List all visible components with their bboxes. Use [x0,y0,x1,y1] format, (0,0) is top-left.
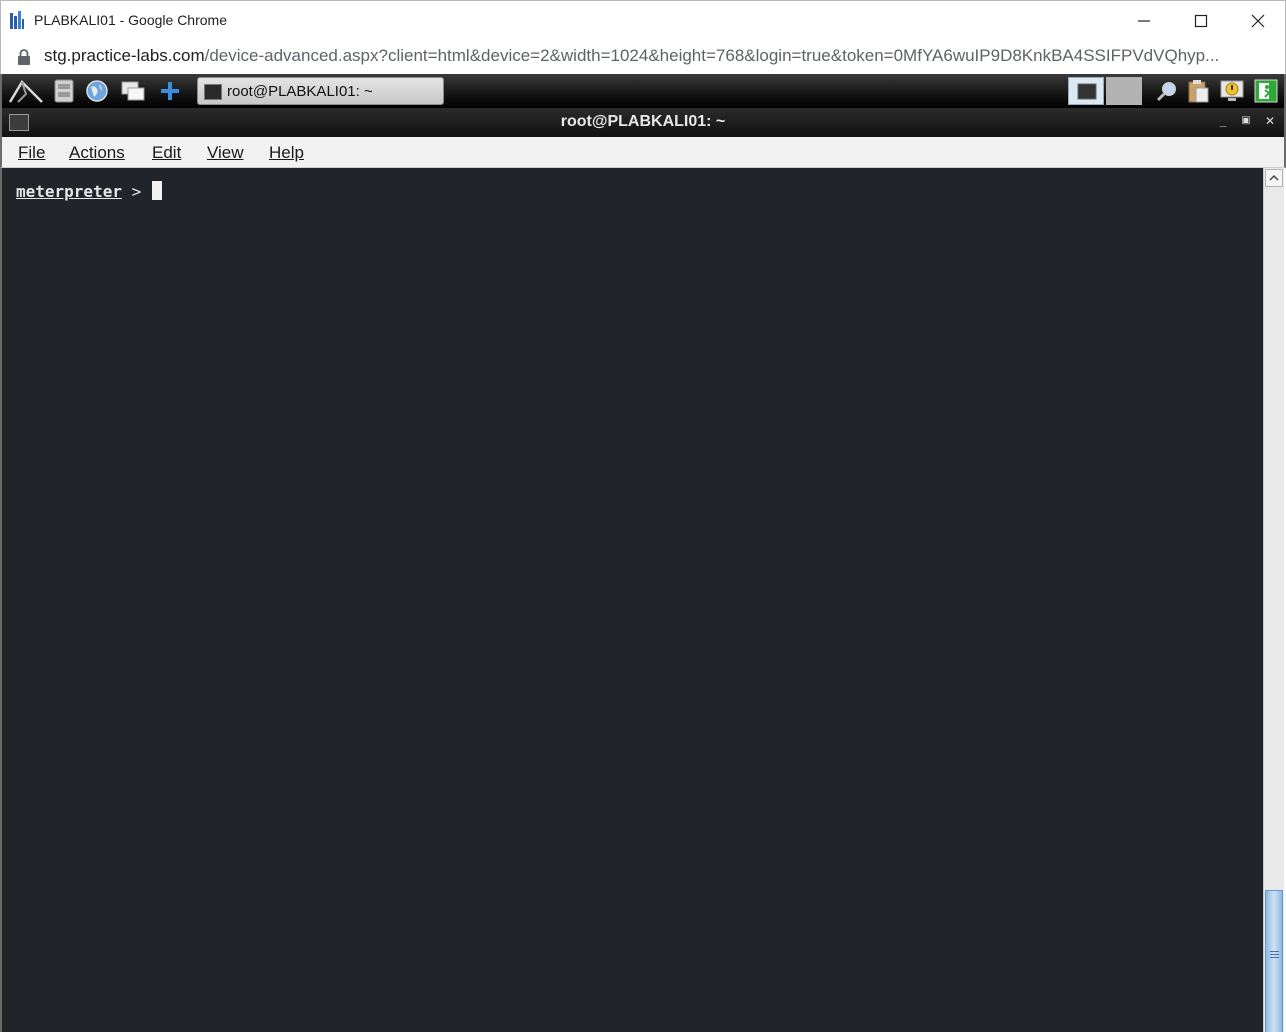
file-manager-launcher[interactable] [51,78,77,104]
menu-file[interactable]: File [18,143,45,163]
scroll-up-button[interactable] [1265,169,1283,187]
magnifier-icon [1156,82,1176,102]
taskbar-terminal-label: root@PLABKALI01: ~ [227,83,373,100]
show-desktop-button[interactable] [120,78,146,104]
menu-view[interactable]: View [207,143,244,163]
close-icon [1251,14,1264,28]
url-text[interactable]: stg.practice-labs.com/device-advanced.as… [44,46,1274,66]
terminal-close-button[interactable]: ✕ [1263,114,1277,128]
terminal-window-titlebar: root@PLABKALI01: ~ _ ▣ ✕ [0,108,1286,137]
kali-menu-button[interactable] [8,78,44,104]
windows-icon [121,81,145,101]
terminal-window-title: root@PLABKALI01: ~ [560,113,726,130]
grip-line [1270,951,1279,952]
workspace-2[interactable] [1106,77,1142,105]
url-host: stg.practice-labs.com [44,46,205,65]
scroll-thumb[interactable] [1265,890,1283,1032]
search-button[interactable] [1154,78,1180,104]
address-bar[interactable]: stg.practice-labs.com/device-advanced.as… [0,40,1286,74]
terminal-small-icon [1077,83,1097,100]
notification-button[interactable] [1219,78,1245,104]
minimize-button[interactable] [1115,1,1172,41]
chevron-up-icon [1269,174,1279,181]
maximize-button[interactable] [1172,1,1229,41]
browser-title-bar: PLABKALI01 - Google Chrome [0,0,1286,40]
text-cursor [151,181,162,200]
url-path: /device-advanced.aspx?client=html&device… [204,46,1220,65]
exit-icon [1254,79,1278,103]
terminal-icon [204,84,222,100]
prompt-symbol: > [121,182,151,201]
clipboard-button[interactable] [1185,78,1211,104]
kali-dragon-icon [8,79,43,103]
browser-launcher[interactable] [84,78,110,104]
monitor-alert-icon [1220,80,1244,101]
close-button[interactable] [1229,1,1286,41]
terminal-maximize-button[interactable]: ▣ [1239,114,1253,128]
kali-top-panel: root@PLABKALI01: ~ [0,74,1286,108]
clipboard-icon [1188,80,1209,103]
lock-icon [18,49,30,65]
grip-line [1270,957,1279,958]
menu-actions[interactable]: Actions [69,143,125,163]
workspace-1[interactable] [1068,77,1104,105]
practice-labs-icon [10,11,24,29]
menu-edit[interactable]: Edit [152,143,181,163]
terminal-scrollbar[interactable] [1263,168,1284,1032]
logout-button[interactable] [1253,78,1279,104]
taskbar-terminal-button[interactable]: root@PLABKALI01: ~ [197,77,444,105]
menu-help[interactable]: Help [269,143,304,163]
prompt-name: meterpreter [16,182,122,201]
terminal-menubar: File Actions Edit View Help [0,137,1286,168]
minimize-icon [1137,20,1150,22]
terminal-prompt-line: meterpreter > [16,181,162,201]
terminal-minimize-button[interactable]: _ [1216,114,1230,128]
grip-line [1270,954,1279,955]
browser-window-title: PLABKALI01 - Google Chrome [34,12,227,28]
globe-icon [86,80,108,102]
maximize-icon [1194,14,1207,28]
add-workspace-button[interactable] [157,78,183,104]
plus-icon [161,82,179,100]
terminal-output-area[interactable]: meterpreter > [0,168,1263,1032]
file-cabinet-icon [54,79,74,103]
